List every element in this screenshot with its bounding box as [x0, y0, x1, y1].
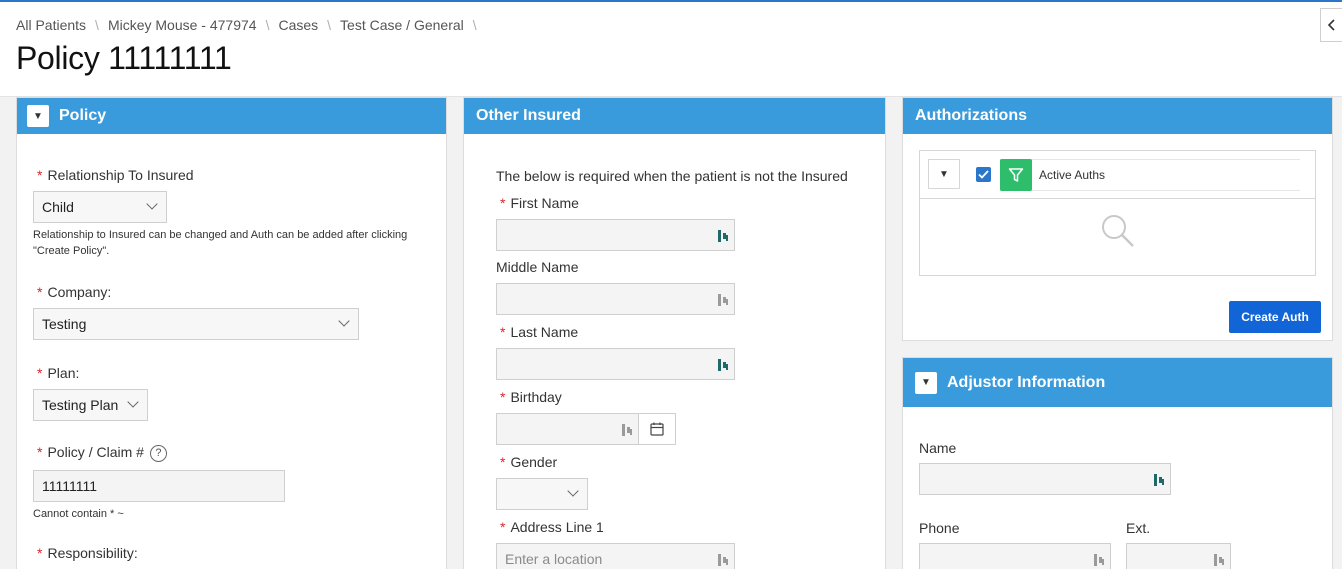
adjustor-ext-input[interactable] — [1126, 543, 1231, 569]
password-manager-icon[interactable] — [621, 423, 633, 437]
breadcrumb: All Patients \ Mickey Mouse - 477974 \ C… — [16, 17, 486, 33]
middle-name-input[interactable] — [496, 283, 735, 315]
collapse-panel-button[interactable] — [1320, 8, 1342, 42]
adjustor-header: ▼ Adjustor Information — [903, 358, 1332, 407]
company-value: Testing — [42, 316, 87, 332]
other-insured-note: The below is required when the patient i… — [496, 168, 848, 184]
breadcrumb-case[interactable]: Test Case / General — [340, 17, 464, 33]
other-insured-title: Other Insured — [476, 107, 581, 124]
gender-select[interactable] — [496, 478, 588, 510]
responsibility-label: * Responsibility: — [37, 545, 138, 561]
policy-panel-title: Policy — [59, 107, 107, 124]
breadcrumb-patient[interactable]: Mickey Mouse - 477974 — [108, 17, 257, 33]
chevron-down-icon — [338, 315, 350, 327]
company-label: * Company: — [37, 284, 112, 300]
search-icon — [1102, 215, 1134, 247]
plan-label: * Plan: — [37, 365, 80, 381]
adjustor-title: Adjustor Information — [947, 373, 1106, 391]
chevron-left-icon — [1327, 19, 1335, 31]
collapse-toggle-icon[interactable]: ▼ — [915, 371, 937, 394]
password-manager-icon[interactable] — [1093, 553, 1105, 567]
report-toolbar: ▼ Active Auths — [920, 151, 1315, 199]
relationship-label: * Relationship To Insured — [37, 167, 194, 183]
chevron-down-icon — [146, 198, 158, 210]
calendar-button[interactable] — [638, 413, 676, 445]
plan-select[interactable]: Testing Plan — [33, 389, 148, 421]
create-auth-button[interactable]: Create Auth — [1229, 301, 1321, 333]
filter-label[interactable]: Active Auths — [1039, 168, 1105, 182]
address-line1-placeholder: Enter a location — [505, 551, 603, 567]
password-manager-icon[interactable] — [717, 553, 729, 567]
check-icon — [978, 170, 989, 179]
relationship-help-text: Relationship to Insured can be changed a… — [33, 229, 408, 257]
breadcrumb-all-patients[interactable]: All Patients — [16, 17, 86, 33]
password-manager-icon[interactable] — [717, 229, 729, 243]
filter-icon — [1008, 168, 1024, 182]
filter-button[interactable] — [1000, 159, 1032, 191]
password-manager-icon[interactable] — [1153, 473, 1165, 487]
other-insured-panel: Other Insured The below is required when… — [463, 97, 886, 569]
password-manager-icon[interactable] — [1213, 553, 1225, 567]
chevron-down-icon — [567, 485, 579, 497]
adjustor-phone-input[interactable] — [919, 543, 1111, 569]
first-name-label: * First Name — [500, 195, 579, 211]
authorizations-title: Authorizations — [915, 107, 1027, 124]
last-name-label: * Last Name — [500, 324, 579, 340]
adjustor-phone-label: Phone — [919, 520, 960, 536]
adjustor-name-input[interactable] — [919, 463, 1171, 495]
first-name-input[interactable] — [496, 219, 735, 251]
password-manager-icon[interactable] — [717, 293, 729, 307]
policy-claim-help-text: Cannot contain * ~ — [33, 508, 124, 520]
page-header: All Patients \ Mickey Mouse - 477974 \ C… — [0, 2, 1342, 97]
birthday-label: * Birthday — [500, 389, 562, 405]
birthday-input[interactable] — [496, 413, 639, 445]
other-insured-header: Other Insured — [464, 98, 885, 134]
policy-claim-value: 11111111 — [42, 478, 98, 494]
breadcrumb-separator: \ — [472, 17, 477, 33]
policy-claim-label: * Policy / Claim #? — [37, 444, 167, 462]
adjustor-ext-label: Ext. — [1126, 520, 1151, 536]
address-line1-label: * Address Line 1 — [500, 519, 604, 535]
relationship-value: Child — [42, 199, 74, 215]
help-icon[interactable]: ? — [149, 444, 167, 462]
policy-panel: ▼ Policy * Relationship To Insured Child … — [16, 97, 447, 569]
chevron-down-icon — [127, 396, 139, 408]
adjustor-panel: ▼ Adjustor Information Name Phone Ext. — [902, 357, 1333, 569]
password-manager-icon[interactable] — [717, 358, 729, 372]
adjustor-name-label: Name — [919, 440, 957, 456]
breadcrumb-cases[interactable]: Cases — [278, 17, 318, 33]
breadcrumb-separator: \ — [265, 17, 270, 33]
breadcrumb-separator: \ — [327, 17, 332, 33]
actions-menu-button[interactable]: ▼ — [928, 159, 960, 189]
policy-claim-input[interactable]: 11111111 — [33, 470, 285, 502]
company-select[interactable]: Testing — [33, 308, 359, 340]
page-title: Policy 11111111 — [16, 40, 232, 76]
collapse-toggle-icon[interactable]: ▼ — [27, 105, 49, 127]
calendar-icon — [650, 422, 664, 436]
relationship-select[interactable]: Child — [33, 191, 167, 223]
plan-value: Testing Plan — [42, 397, 119, 413]
filter-enabled-checkbox[interactable] — [976, 167, 991, 182]
authorizations-header: Authorizations — [903, 98, 1332, 134]
middle-name-label: Middle Name — [496, 259, 579, 275]
authorizations-panel: Authorizations ▼ Active Auths Create Aut… — [902, 97, 1333, 341]
address-line1-input[interactable]: Enter a location — [496, 543, 735, 569]
content-area: ▼ Policy * Relationship To Insured Child … — [0, 97, 1342, 569]
breadcrumb-separator: \ — [95, 17, 99, 33]
policy-panel-header: ▼ Policy — [17, 98, 446, 134]
gender-label: * Gender — [500, 454, 558, 470]
last-name-input[interactable] — [496, 348, 735, 380]
authorizations-report: ▼ Active Auths — [919, 150, 1316, 276]
